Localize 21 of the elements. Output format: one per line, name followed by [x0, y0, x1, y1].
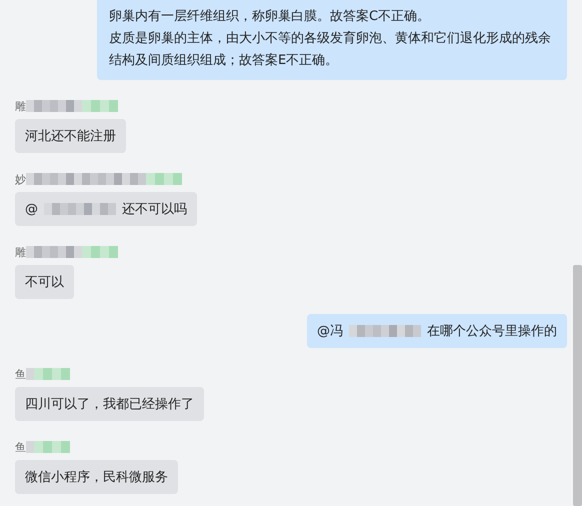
- redacted-name: [349, 325, 421, 337]
- message-text: 卵巢内有一层纤维组织，称卵巢白膜。故答案C不正确。: [109, 8, 432, 26]
- message-text: 皮质是卵巢的主体，由大小不等的各级发育卵泡、黄体和它们退化形成的残余: [109, 30, 552, 48]
- message-text: 微信小程序，民科微服务: [25, 469, 168, 486]
- scrollbar-thumb[interactable]: [573, 265, 582, 506]
- redacted-name: [44, 203, 116, 215]
- mention-text: @: [25, 202, 38, 216]
- sender-name: 鱼: [15, 440, 26, 454]
- message-text: 河北还不能注册: [25, 128, 116, 145]
- message-text: 在哪个公众号里操作的: [427, 323, 557, 340]
- message-text: 结构及间质组织组成；故答案E不正确。: [109, 52, 340, 70]
- redacted-name: [26, 368, 70, 380]
- redacted-name: [26, 441, 70, 453]
- message-text: 不可以: [25, 274, 64, 291]
- mention-text: @冯: [317, 323, 343, 340]
- message-text: 四川可以了，我都已经操作了: [25, 396, 194, 413]
- sender-name: 鱼: [15, 366, 26, 382]
- sender-name: 雕: [15, 98, 26, 114]
- sender-name: 妙: [15, 172, 26, 186]
- message-text: 还不可以吗: [122, 201, 187, 218]
- sender-name: 雕: [15, 244, 26, 260]
